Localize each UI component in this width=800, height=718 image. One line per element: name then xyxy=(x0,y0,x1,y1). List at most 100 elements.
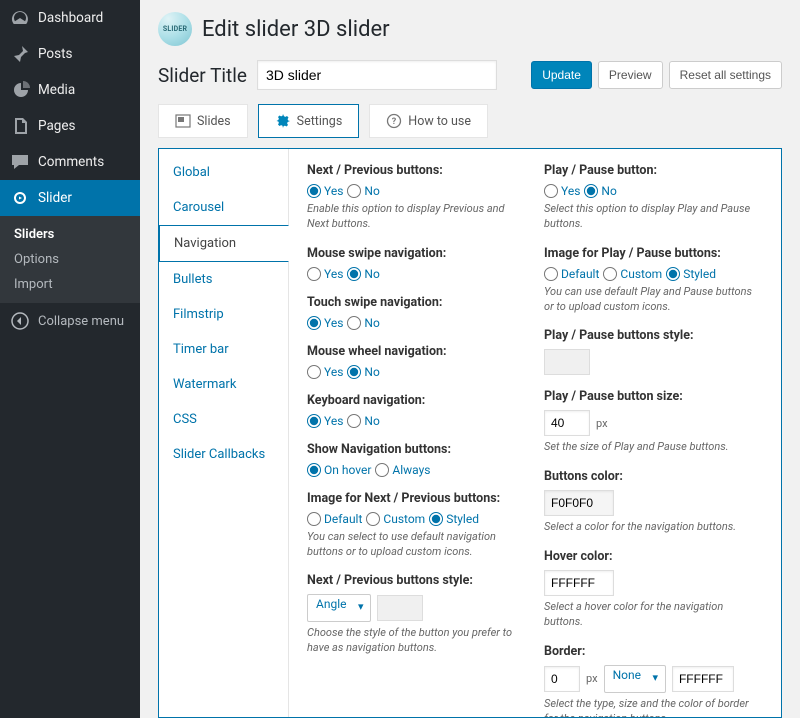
style-select[interactable]: Angle xyxy=(307,594,371,622)
sidebar-item-label: Posts xyxy=(38,46,72,62)
radio-yes[interactable]: Yes xyxy=(544,184,580,198)
sidebar-item-label: Pages xyxy=(38,118,76,134)
sidebar-item-comments[interactable]: Comments xyxy=(0,144,140,180)
settings-panel: Global Carousel Navigation Bullets Films… xyxy=(158,148,782,718)
update-button[interactable]: Update xyxy=(531,61,592,89)
submenu-item-sliders[interactable]: Sliders xyxy=(0,222,140,247)
settings-column-left: Next / Previous buttons: Yes No Enable t… xyxy=(307,163,526,703)
slider-icon xyxy=(10,188,30,208)
radio-no[interactable]: No xyxy=(347,316,379,330)
preview-button[interactable]: Preview xyxy=(598,61,663,89)
settings-side-tabs: Global Carousel Navigation Bullets Films… xyxy=(159,149,289,717)
border-width-input[interactable] xyxy=(544,666,580,692)
sidebar-item-dashboard[interactable]: Dashboard xyxy=(0,0,140,36)
media-icon xyxy=(10,80,30,100)
sidebar-item-posts[interactable]: Posts xyxy=(0,36,140,72)
field-label: Image for Next / Previous buttons: xyxy=(307,491,526,506)
radio-yes[interactable]: Yes xyxy=(307,184,343,198)
field-hint: Set the size of Play and Pause buttons. xyxy=(544,440,763,455)
pin-icon xyxy=(10,44,30,64)
dashboard-icon xyxy=(10,8,30,28)
field-label: Mouse swipe navigation: xyxy=(307,246,526,261)
pp-size-input[interactable] xyxy=(544,410,590,436)
radio-yes[interactable]: Yes xyxy=(307,267,343,281)
radio-yes[interactable]: Yes xyxy=(307,365,343,379)
radio-always[interactable]: Always xyxy=(375,463,430,477)
sidebar-item-label: Comments xyxy=(38,154,104,170)
submenu-item-options[interactable]: Options xyxy=(0,247,140,272)
settings-column-right: Play / Pause button: Yes No Select this … xyxy=(544,163,763,703)
field-label: Image for Play / Pause buttons: xyxy=(544,246,763,261)
tab-label: Settings xyxy=(297,114,343,129)
side-tab-bullets[interactable]: Bullets xyxy=(159,262,288,297)
field-label: Buttons color: xyxy=(544,469,763,484)
field-label: Show Navigation buttons: xyxy=(307,442,526,457)
field-mouse-swipe: Mouse swipe navigation: Yes No xyxy=(307,246,526,281)
radio-yes[interactable]: Yes xyxy=(307,316,343,330)
tab-label: Slides xyxy=(197,114,231,129)
field-label: Mouse wheel navigation: xyxy=(307,344,526,359)
hover-color-input[interactable] xyxy=(544,570,614,596)
tab-how-to-use[interactable]: ? How to use xyxy=(369,104,488,138)
field-image-next-prev: Image for Next / Previous buttons: Defau… xyxy=(307,491,526,560)
radio-default[interactable]: Default xyxy=(544,267,599,281)
side-tab-global[interactable]: Global xyxy=(159,155,288,190)
side-tab-callbacks[interactable]: Slider Callbacks xyxy=(159,437,288,472)
field-border: Border: px None Select the type, size an… xyxy=(544,644,763,717)
slider-title-label: Slider Title xyxy=(158,64,247,87)
unit-label: px xyxy=(596,417,608,430)
tab-settings[interactable]: Settings xyxy=(258,104,360,138)
radio-default[interactable]: Default xyxy=(307,512,362,526)
unit-label: px xyxy=(586,672,598,685)
collapse-menu[interactable]: Collapse menu xyxy=(0,303,140,339)
admin-sidebar: Dashboard Posts Media Pages Comments Sli… xyxy=(0,0,140,718)
collapse-icon xyxy=(10,311,30,331)
side-tab-filmstrip[interactable]: Filmstrip xyxy=(159,297,288,332)
radio-yes[interactable]: Yes xyxy=(307,414,343,428)
title-action-row: Slider Title Update Preview Reset all se… xyxy=(158,60,782,90)
side-tab-carousel[interactable]: Carousel xyxy=(159,190,288,225)
field-hint: Choose the style of the button you prefe… xyxy=(307,626,526,656)
radio-on-hover[interactable]: On hover xyxy=(307,463,371,477)
radio-no[interactable]: No xyxy=(347,184,379,198)
slides-icon xyxy=(175,113,191,129)
field-label: Touch swipe navigation: xyxy=(307,295,526,310)
slider-title-input[interactable] xyxy=(257,60,497,90)
field-next-prev-style: Next / Previous buttons style: Angle Cho… xyxy=(307,573,526,656)
sidebar-item-media[interactable]: Media xyxy=(0,72,140,108)
content-area: SLIDER Edit slider 3D slider Slider Titl… xyxy=(140,0,800,718)
radio-no[interactable]: No xyxy=(347,365,379,379)
side-tab-navigation[interactable]: Navigation xyxy=(159,225,289,262)
radio-custom[interactable]: Custom xyxy=(366,512,425,526)
buttons-color-input[interactable] xyxy=(544,490,614,516)
field-label: Border: xyxy=(544,644,763,659)
radio-custom[interactable]: Custom xyxy=(603,267,662,281)
field-label: Next / Previous buttons: xyxy=(307,163,526,178)
radio-no[interactable]: No xyxy=(347,414,379,428)
radio-styled[interactable]: Styled xyxy=(666,267,716,281)
field-label: Hover color: xyxy=(544,549,763,564)
tab-slides[interactable]: Slides xyxy=(158,104,248,138)
page-header: SLIDER Edit slider 3D slider xyxy=(158,12,782,46)
sidebar-item-pages[interactable]: Pages xyxy=(0,108,140,144)
border-color-input[interactable] xyxy=(672,666,734,692)
sidebar-item-label: Slider xyxy=(38,190,72,206)
side-tab-watermark[interactable]: Watermark xyxy=(159,367,288,402)
side-tab-css[interactable]: CSS xyxy=(159,402,288,437)
reset-button[interactable]: Reset all settings xyxy=(669,61,782,89)
radio-no[interactable]: No xyxy=(584,184,616,198)
field-hint: Select a color for the navigation button… xyxy=(544,520,763,535)
field-hint: You can use default Play and Pause butto… xyxy=(544,285,763,315)
style-preview xyxy=(377,595,423,621)
submenu-item-import[interactable]: Import xyxy=(0,272,140,297)
field-pp-style: Play / Pause buttons style: xyxy=(544,328,763,375)
slider-logo: SLIDER xyxy=(158,12,192,46)
sidebar-submenu: Sliders Options Import xyxy=(0,216,140,303)
sidebar-item-label: Dashboard xyxy=(38,10,103,26)
help-icon: ? xyxy=(386,113,402,129)
radio-styled[interactable]: Styled xyxy=(429,512,479,526)
border-style-select[interactable]: None xyxy=(604,665,666,693)
side-tab-timer-bar[interactable]: Timer bar xyxy=(159,332,288,367)
sidebar-item-slider[interactable]: Slider xyxy=(0,180,140,216)
radio-no[interactable]: No xyxy=(347,267,379,281)
